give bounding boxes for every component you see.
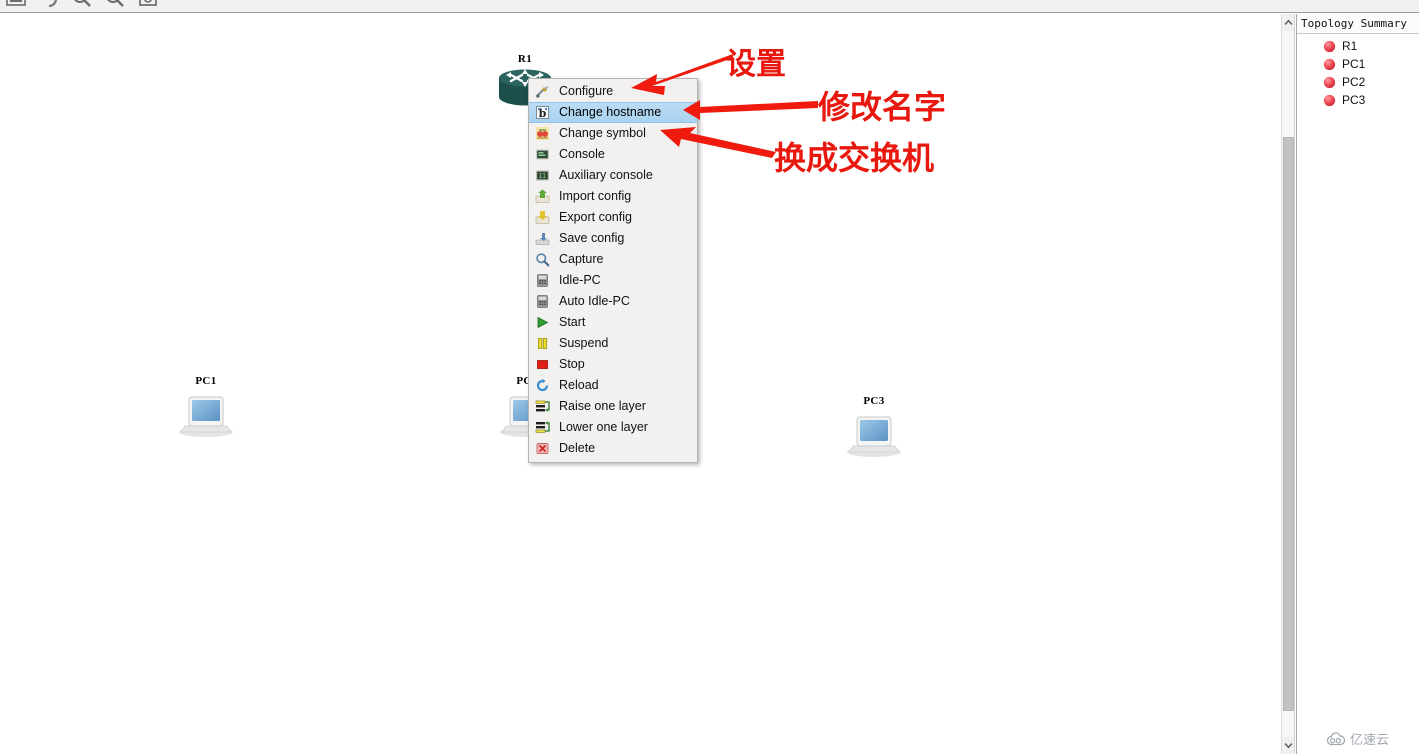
idle-pc-icon bbox=[532, 273, 552, 289]
menu-item-change-hostname[interactable]: b Change hostname bbox=[529, 102, 697, 123]
topology-item-label: PC2 bbox=[1342, 75, 1366, 89]
node-pc3[interactable]: PC3 bbox=[844, 395, 904, 458]
canvas-vertical-scrollbar[interactable] bbox=[1281, 14, 1295, 754]
menu-item-configure[interactable]: Configure bbox=[529, 81, 697, 102]
topology-item-r1[interactable]: R1 bbox=[1297, 37, 1419, 55]
node-pc3-label: PC3 bbox=[863, 395, 885, 407]
node-pc1[interactable]: PC1 bbox=[176, 375, 236, 438]
node-context-menu[interactable]: Configure b Change hostname Change symbo… bbox=[528, 78, 698, 463]
menu-item-console[interactable]: Console bbox=[529, 144, 697, 165]
topology-item-pc2[interactable]: PC2 bbox=[1297, 73, 1419, 91]
menu-item-delete[interactable]: Delete bbox=[529, 438, 697, 459]
gns3-main-window: R1 PC1 PC2 PC3 Configure b Change hostna… bbox=[0, 0, 1419, 754]
annotation-rename: 修改名字 bbox=[818, 88, 947, 126]
menu-item-label: Auxiliary console bbox=[559, 167, 653, 182]
menu-item-label: Lower one layer bbox=[559, 419, 648, 434]
rename-b-icon: b bbox=[532, 105, 552, 121]
menu-item-label: Console bbox=[559, 146, 605, 161]
raise-layer-icon bbox=[532, 399, 552, 415]
menu-item-import-config[interactable]: Import config bbox=[529, 186, 697, 207]
import-arrow-icon bbox=[532, 189, 552, 205]
menu-item-save-config[interactable]: Save config bbox=[529, 228, 697, 249]
zoom-in-icon[interactable] bbox=[70, 0, 94, 10]
menu-item-label: Stop bbox=[559, 356, 585, 371]
menu-item-reload[interactable]: Reload bbox=[529, 375, 697, 396]
menu-item-auxiliary-console[interactable]: II Auxiliary console bbox=[529, 165, 697, 186]
topology-canvas[interactable]: R1 PC1 PC2 PC3 Configure b Change hostna… bbox=[0, 14, 1281, 754]
topology-item-label: R1 bbox=[1342, 39, 1358, 53]
menu-item-label: Delete bbox=[559, 440, 596, 455]
reload-icon bbox=[532, 378, 552, 394]
menu-item-label: Raise one layer bbox=[559, 398, 646, 413]
stop-icon bbox=[532, 357, 552, 373]
annotation-change-to-switch: 换成交换机 bbox=[774, 139, 935, 177]
menu-item-label: Suspend bbox=[559, 335, 609, 350]
node-pc1-label: PC1 bbox=[195, 375, 217, 387]
node-r1-label: R1 bbox=[517, 53, 533, 65]
watermark-text: 亿速云 bbox=[1350, 733, 1390, 748]
menu-item-label: Change hostname bbox=[559, 104, 662, 119]
magnifier-icon bbox=[532, 252, 552, 268]
menu-item-label: Export config bbox=[559, 209, 632, 224]
status-dot-icon bbox=[1323, 40, 1336, 52]
topology-item-label: PC3 bbox=[1342, 93, 1366, 107]
topology-summary-title: Topology Summary bbox=[1297, 14, 1419, 34]
menu-item-change-symbol[interactable]: Change symbol bbox=[529, 123, 697, 144]
menu-item-export-config[interactable]: Export config bbox=[529, 207, 697, 228]
delete-icon bbox=[532, 441, 552, 457]
status-dot-icon bbox=[1323, 94, 1336, 106]
annotation-configure: 设置 bbox=[726, 47, 786, 82]
menu-item-capture[interactable]: Capture bbox=[529, 249, 697, 270]
play-icon bbox=[532, 315, 552, 331]
screenshot-icon[interactable] bbox=[4, 0, 28, 10]
pc-icon bbox=[179, 396, 233, 437]
status-dot-icon bbox=[1323, 76, 1336, 88]
menu-item-label: Change symbol bbox=[559, 125, 646, 140]
undo-icon[interactable] bbox=[37, 0, 61, 10]
menu-item-label: Idle-PC bbox=[559, 272, 601, 287]
pause-icon bbox=[532, 336, 552, 352]
scroll-thumb[interactable] bbox=[1283, 137, 1294, 711]
menu-item-label: Save config bbox=[559, 230, 625, 245]
change-symbol-icon bbox=[532, 126, 552, 142]
cloud-icon bbox=[1326, 731, 1346, 745]
menu-item-auto-idle-pc[interactable]: Auto Idle-PC bbox=[529, 291, 697, 312]
auto-idle-pc-icon bbox=[532, 294, 552, 310]
menu-item-label: Start bbox=[559, 314, 586, 329]
svg-text:II: II bbox=[538, 173, 546, 180]
status-dot-icon bbox=[1323, 58, 1336, 70]
fit-screen-icon[interactable] bbox=[136, 0, 160, 10]
zoom-out-icon[interactable] bbox=[103, 0, 127, 10]
menu-item-label: Import config bbox=[559, 188, 632, 203]
menu-item-label: Auto Idle-PC bbox=[559, 293, 630, 308]
scroll-track[interactable] bbox=[1282, 31, 1294, 737]
topology-item-pc3[interactable]: PC3 bbox=[1297, 91, 1419, 109]
watermark: 亿速云 bbox=[1326, 729, 1389, 748]
top-toolbar bbox=[0, 0, 1419, 13]
pc-icon bbox=[847, 416, 901, 457]
auxiliary-console-icon: II bbox=[532, 168, 552, 184]
menu-item-label: Configure bbox=[559, 83, 614, 98]
menu-item-label: Capture bbox=[559, 251, 604, 266]
wrench-screwdriver-icon bbox=[532, 84, 552, 100]
topology-summary-panel: Topology Summary R1 PC1 PC2 PC3 bbox=[1296, 14, 1419, 754]
export-arrow-icon bbox=[532, 210, 552, 226]
scroll-up-button[interactable] bbox=[1282, 14, 1295, 31]
menu-item-idle-pc[interactable]: Idle-PC bbox=[529, 270, 697, 291]
chevron-up-icon bbox=[1284, 19, 1293, 25]
chevron-down-icon bbox=[1284, 743, 1293, 749]
menu-item-suspend[interactable]: Suspend bbox=[529, 333, 697, 354]
menu-item-raise-one-layer[interactable]: Raise one layer bbox=[529, 396, 697, 417]
menu-item-stop[interactable]: Stop bbox=[529, 354, 697, 375]
save-disk-icon bbox=[532, 231, 552, 247]
menu-item-lower-one-layer[interactable]: Lower one layer bbox=[529, 417, 697, 438]
topology-item-pc1[interactable]: PC1 bbox=[1297, 55, 1419, 73]
topology-item-label: PC1 bbox=[1342, 57, 1366, 71]
menu-item-label: Reload bbox=[559, 377, 599, 392]
console-screen-icon bbox=[532, 147, 552, 163]
menu-item-start[interactable]: Start bbox=[529, 312, 697, 333]
scroll-down-button[interactable] bbox=[1282, 737, 1295, 754]
topology-summary-list[interactable]: R1 PC1 PC2 PC3 bbox=[1297, 34, 1419, 109]
lower-layer-icon bbox=[532, 420, 552, 436]
